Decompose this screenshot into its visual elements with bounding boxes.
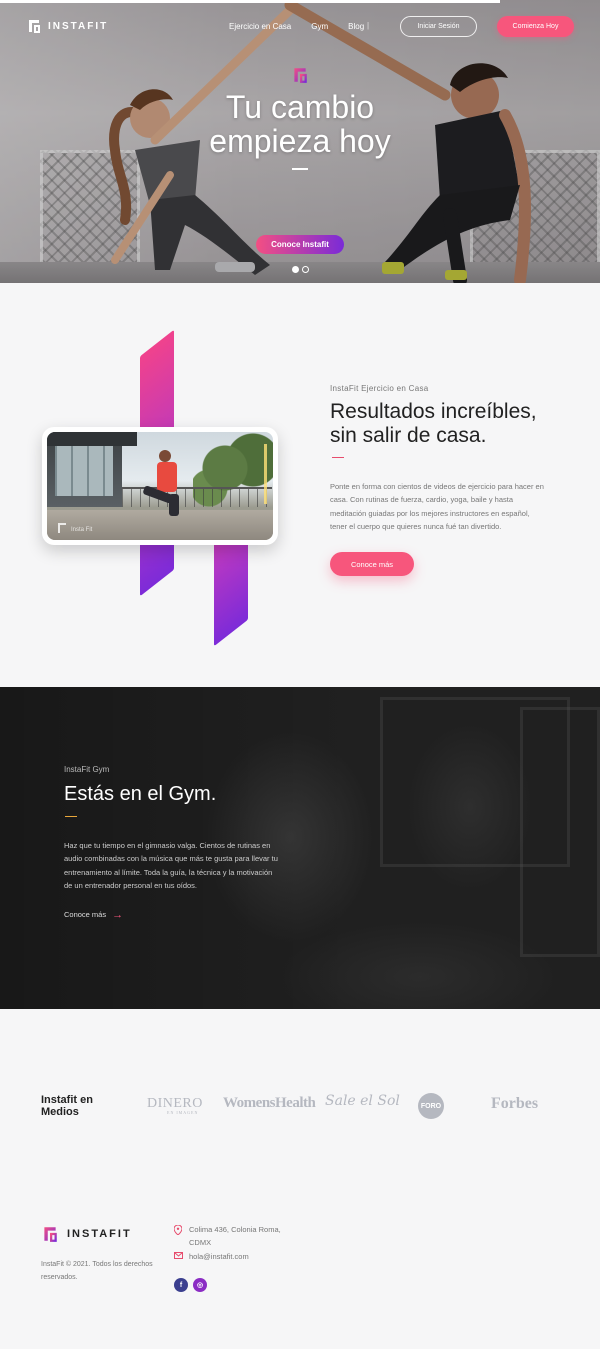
home-title: Resultados increíbles, sin salir de casa… [330,400,580,448]
slider-dot[interactable] [302,266,309,273]
nav-logo[interactable]: INSTAFIT [26,18,108,34]
gym-rack-frame [520,707,600,957]
press-title-line-1: Instafit en [41,1094,93,1106]
start-today-button[interactable]: Comienza Hoy [497,16,574,37]
hero-title-line-1: Tu cambio [225,89,375,125]
home-title-line-1: Resultados increíbles, [330,400,537,423]
gym-description-line: entrenamiento al límite. Toda la guía, l… [64,867,273,877]
video-trainer-head [159,450,171,462]
instagram-icon[interactable]: ◎ [193,1278,207,1292]
facebook-icon[interactable]: f [174,1278,188,1292]
gym-divider [65,816,77,817]
hero-divider [292,168,308,170]
main-nav: Ejercicio en Casa Gym Blog [229,22,364,31]
video-trainer-body [157,462,177,492]
logo-mark-icon [29,20,40,33]
press-logo-forbes: Forbes [491,1095,539,1112]
nav-link-blog[interactable]: Blog [348,22,364,31]
hero-logo-mark-icon [294,68,307,83]
nav-link-gym[interactable]: Gym [311,22,328,31]
home-description-line: casa. Con rutinas de fuerza, cardio, yog… [330,495,514,505]
phone-video-mockup[interactable]: Insta Fit [42,427,278,545]
video-badge-text: Insta Fit [71,527,93,533]
home-description: Ponte en forma con cientos de videos de … [330,480,560,533]
arrow-right-icon: → [112,908,124,921]
press-title-line-2: Medios [41,1106,79,1118]
gym-learn-more-link[interactable]: Conoce más → [64,908,124,921]
footer: INSTAFIT InstaFit © 2021. Todos los dere… [0,1199,600,1349]
press-section: Instafit en Medios DINERO EN IMAGEN Wome… [0,1009,600,1199]
home-divider [332,457,344,458]
home-eyebrow: InstaFit Ejercicio en Casa [330,384,429,393]
slider-dot-active[interactable] [292,266,299,273]
home-description-line: meditación guiadas por los mejores instr… [330,508,530,518]
login-button[interactable]: Iniciar Sesión [400,16,477,37]
home-title-line-2: sin salir de casa. [330,424,487,447]
hero-section: INSTAFIT Ejercicio en Casa Gym Blog | In… [0,0,600,283]
home-description-line: Ponte en forma con cientos de videos de … [330,482,544,491]
loading-bar [0,0,500,3]
footer-copyright-line-1: InstaFit © 2021. Todos los derechos [41,1261,153,1268]
hero-title: Tu cambio empieza hoy [0,90,600,158]
mail-icon [174,1252,183,1259]
footer-logo[interactable]: INSTAFIT [41,1225,132,1243]
press-title: Instafit en Medios [41,1094,121,1118]
logo-text: INSTAFIT [48,20,109,32]
hero-cta-button[interactable]: Conoce Instafit [256,235,344,254]
footer-logo-text: INSTAFIT [67,1228,132,1240]
video-progress [264,444,267,504]
home-learn-more-button[interactable]: Conoce más [330,552,414,576]
footer-copyright-line-2: reservados. [41,1274,78,1281]
footer-copyright: InstaFit © 2021. Todos los derechos rese… [41,1258,161,1284]
gym-description-line: audio combinadas con la música que más t… [64,854,278,864]
footer-address: Colima 436, Colonia Roma, CDMX [189,1223,299,1249]
map-pin-icon [174,1225,182,1235]
nav-link-ejercicio-en-casa[interactable]: Ejercicio en Casa [229,22,291,31]
gym-eyebrow: InstaFit Gym [64,765,110,774]
gym-section: InstaFit Gym Estás en el Gym. Haz que tu… [0,687,600,1009]
press-logo-womens-health: WomensHealth [223,1095,316,1111]
footer-address-line-1: Colima 436, Colonia Roma, [189,1225,281,1234]
hero-title-line-2: empieza hoy [209,123,391,159]
gym-description-line: de un entrenador personal en tus oídos. [64,880,198,890]
video-preview: Insta Fit [47,432,273,540]
footer-logo-mark-icon [44,1227,57,1242]
nav-separator: | [367,21,370,30]
press-logo-dinero: DINERO EN IMAGEN [147,1096,203,1115]
press-logo-foro: FORO [418,1093,444,1119]
press-logo-dinero-text: DINERO [147,1096,203,1111]
home-workout-section: Insta Fit InstaFit Ejercicio en Casa Res… [0,283,600,687]
gym-description: Haz que tu tiempo en el gimnasio valga. … [64,839,304,892]
video-trainer-leg [169,494,179,516]
gym-title: Estás en el Gym. [64,783,217,805]
video-roof [47,432,137,446]
gym-link-label: Conoce más [64,910,107,919]
gym-description-line: Haz que tu tiempo en el gimnasio valga. … [64,841,271,850]
press-logo-dinero-subtext: EN IMAGEN [167,1110,199,1115]
press-logo-sale-el-sol: Sale el Sol [325,1093,400,1109]
footer-email-link[interactable]: hola@instafit.com [189,1252,249,1261]
footer-address-line-2: CDMX [189,1238,212,1247]
home-description-line: tener el cuerpo que quieres nunca fué ta… [330,521,502,531]
